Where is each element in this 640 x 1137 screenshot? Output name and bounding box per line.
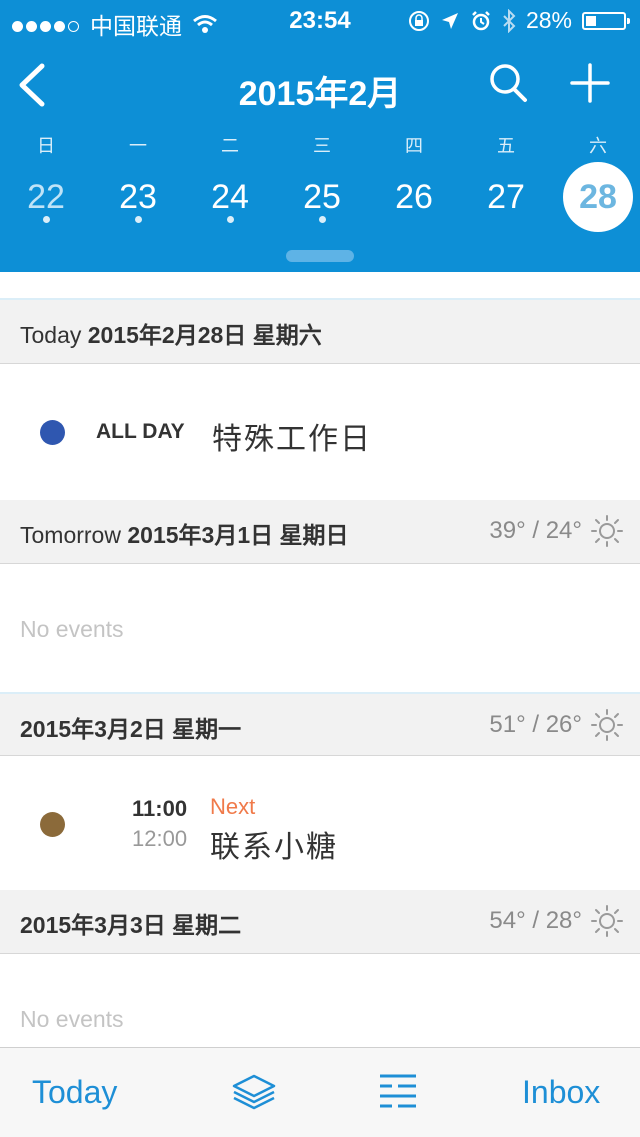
day-header-prefix: Today — [20, 322, 82, 348]
calendar-color-dot — [40, 812, 65, 837]
status-bar: 中国联通 23:54 28% — [0, 0, 640, 40]
weekday-label: 一 — [129, 136, 147, 156]
expand-handle[interactable] — [286, 250, 354, 262]
weather-info: 51° / 26° — [489, 708, 624, 742]
weather-temps: 39° / 24° — [489, 517, 582, 544]
weekday-label: 二 — [221, 136, 239, 156]
sun-icon — [591, 515, 623, 547]
event-row[interactable]: 11:00 12:00 Next 联系小糖 — [0, 756, 640, 890]
nav-bar: 2015年2月 — [0, 40, 640, 130]
bluetooth-icon — [503, 8, 516, 33]
battery-fill — [586, 15, 597, 26]
day-header-prefix: Tomorrow — [20, 522, 121, 548]
tab-bar: Today Inbox — [0, 1047, 640, 1137]
event-dot — [227, 216, 234, 223]
day-cell[interactable]: 22 — [11, 162, 81, 232]
list-icon[interactable] — [374, 1070, 422, 1114]
day-number: 28 — [579, 178, 617, 216]
weekday-label: 五 — [497, 136, 515, 156]
layers-icon[interactable] — [230, 1070, 278, 1114]
weather-temps: 54° / 28° — [489, 907, 582, 934]
event-row[interactable]: ALL DAY 特殊工作日 — [0, 364, 640, 500]
weather-info: 54° / 28° — [489, 904, 624, 938]
weekday-label: 四 — [405, 136, 423, 156]
tab-today[interactable]: Today — [32, 1074, 117, 1111]
weather-info: 39° / 24° — [489, 514, 624, 548]
spacer-band — [0, 272, 640, 300]
all-day-tag: ALL DAY — [96, 420, 185, 443]
day-header-tomorrow: Tomorrow 2015年3月1日 星期日 39° / 24° — [0, 500, 640, 564]
sun-icon — [591, 905, 623, 937]
day-cell[interactable]: 26 — [379, 162, 449, 232]
sun-icon — [591, 709, 623, 741]
day-header-label: 2015年3月3日 星期二 — [20, 906, 241, 940]
event-dot — [43, 216, 50, 223]
add-icon[interactable] — [570, 62, 610, 104]
day-header-label: Tomorrow 2015年3月1日 星期日 — [20, 516, 349, 550]
weekday-label: 日 — [37, 136, 55, 156]
next-badge: Next — [210, 794, 256, 819]
rotation-lock-icon — [408, 10, 429, 31]
event-end-time: 12:00 — [132, 826, 188, 851]
day-header-date: 2015年2月28日 星期六 — [87, 322, 322, 348]
alarm-icon — [472, 10, 490, 30]
location-arrow-icon — [441, 12, 458, 29]
weekday-row: 日 一 二 三 四 五 六 — [0, 132, 640, 156]
no-events-text: No events — [20, 1006, 124, 1032]
day-header-label: Today 2015年2月28日 星期六 — [20, 316, 322, 350]
tab-inbox[interactable]: Inbox — [522, 1074, 600, 1111]
day-header-date: 2015年3月1日 星期日 — [127, 522, 349, 548]
day-cell[interactable]: 25 — [287, 162, 357, 232]
weather-temps: 51° / 26° — [489, 711, 582, 738]
battery-percent: 28% — [525, 7, 572, 33]
day-header-date: 2015年3月3日 星期二 — [20, 912, 242, 938]
day-cell[interactable]: 27 — [471, 162, 541, 232]
header: 中国联通 23:54 28% 2015年2月 日 一 二 三 四 五 六 22 … — [0, 0, 640, 272]
calendar-color-dot — [40, 420, 65, 445]
event-dot — [135, 216, 142, 223]
week-strip: 22 23 24 25 26 27 28 — [0, 162, 640, 234]
event-title: 特殊工作日 — [212, 423, 372, 456]
battery-icon — [582, 11, 630, 30]
event-dot — [319, 216, 326, 223]
day-number: 26 — [395, 178, 433, 216]
day-header-label: 2015年3月2日 星期一 — [20, 710, 241, 744]
day-header-mar2: 2015年3月2日 星期一 51° / 26° — [0, 692, 640, 756]
day-header-date: 2015年3月2日 星期一 — [20, 716, 242, 742]
day-cell[interactable]: 23 — [103, 162, 173, 232]
event-title: 联系小糖 — [210, 831, 338, 864]
event-start-time: 11:00 — [132, 796, 188, 821]
day-header-today: Today 2015年2月28日 星期六 — [0, 300, 640, 364]
search-icon[interactable] — [488, 62, 528, 104]
day-header-mar3: 2015年3月3日 星期二 54° / 28° — [0, 890, 640, 954]
empty-day: No events — [0, 954, 640, 1047]
day-cell[interactable]: 28 — [563, 162, 633, 232]
day-cell[interactable]: 24 — [195, 162, 265, 232]
empty-day: No events — [0, 564, 640, 692]
weekday-label: 六 — [589, 136, 607, 156]
agenda-list: Today 2015年2月28日 星期六 ALL DAY 特殊工作日 Tomor… — [0, 272, 640, 1047]
no-events-text: No events — [20, 616, 124, 642]
day-number: 27 — [487, 178, 525, 216]
month-title[interactable]: 2015年2月 — [0, 66, 640, 115]
weekday-label: 三 — [313, 136, 331, 156]
